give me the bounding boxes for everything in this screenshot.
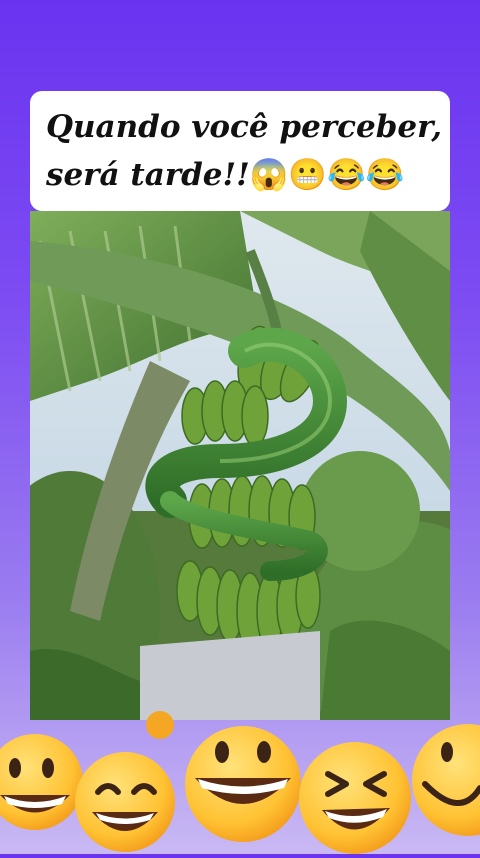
video-frame-photo (30, 211, 450, 720)
caption-line-1: Quando você perceber, (46, 109, 442, 145)
scream-emoji-icon: 😱 (249, 157, 289, 193)
grimace-emoji-icon: 😬 (288, 157, 327, 193)
tears-of-joy-emoji-icon: 😂 (326, 157, 366, 193)
grinning-face-icon (0, 734, 83, 830)
smiling-eyes-face-icon (75, 752, 175, 852)
squinting-laugh-face-icon (299, 742, 411, 854)
caption-line-2-text: será tarde!! (46, 157, 250, 193)
snake-banana-illustration (30, 211, 450, 720)
smile-face-icon (412, 724, 480, 836)
tears-of-joy-emoji-icon-2: 😂 (365, 157, 405, 193)
bottom-emoji-row (0, 700, 480, 854)
caption-card: Quando você perceber, será tarde!!😱😬😂😂 (30, 91, 450, 211)
caption-line-2: será tarde!!😱😬😂😂 (46, 151, 436, 199)
